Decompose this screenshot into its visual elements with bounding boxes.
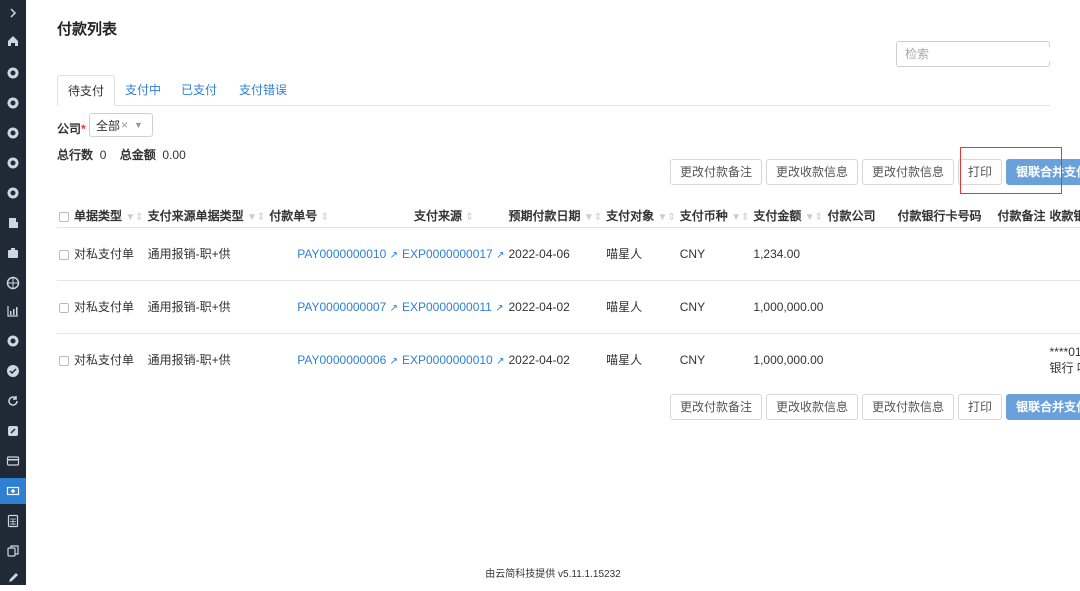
search-box[interactable] xyxy=(896,41,1060,67)
company-select[interactable]: 全部 × ▼ xyxy=(89,113,153,137)
payment-icon[interactable] xyxy=(0,478,26,504)
table-row[interactable]: 对私支付单 通用报销-职+供 PAY0000000006 ↗ EXP000000… xyxy=(57,332,1080,386)
globe-icon[interactable] xyxy=(0,270,26,296)
refresh-icon[interactable] xyxy=(0,388,26,414)
copy-icon[interactable] xyxy=(0,538,26,564)
circle-icon[interactable] xyxy=(0,60,26,86)
column-header[interactable]: 支付金额 ▼⇕ xyxy=(751,205,825,227)
external-link-icon[interactable]: ↗ xyxy=(390,356,398,367)
column-header[interactable]: 支付来源单据类型 ▼⇕ xyxy=(146,205,268,227)
external-link-icon[interactable]: ↗ xyxy=(496,356,504,367)
external-link-icon[interactable]: ↗ xyxy=(390,303,398,314)
edit-payment-note-button[interactable]: 更改付款备注 xyxy=(670,394,763,420)
external-link-icon[interactable]: ↗ xyxy=(390,250,398,261)
column-header[interactable]: 支付币种 ▼⇕ xyxy=(678,205,752,227)
sidebar xyxy=(0,0,26,585)
chevron-down-icon[interactable]: ▼ xyxy=(134,120,143,130)
row-checkbox[interactable] xyxy=(59,356,69,367)
footer-text: 由云简科技提供 v5.11.1.15232 xyxy=(485,569,621,580)
chart-icon[interactable] xyxy=(0,298,26,324)
tab-processing[interactable]: 支付中 xyxy=(115,75,171,106)
document-icon[interactable] xyxy=(0,210,26,236)
row-checkbox[interactable] xyxy=(59,249,69,260)
toolbar-bottom: 更改付款备注 更改收款信息 更改付款信息 打印 银联合并支付 xyxy=(670,394,1080,420)
payment-table: 单据类型 ▼⇕ 支付来源单据类型 ▼⇕ 付款单号 ⇕ 支付来源 ⇕ 预期付款日期… xyxy=(57,205,1080,386)
print-button[interactable]: 打印 xyxy=(958,394,1003,420)
tab-pending[interactable]: 待支付 xyxy=(57,75,116,106)
source-link[interactable]: EXP0000000011 xyxy=(402,300,492,314)
external-link-icon[interactable]: ↗ xyxy=(495,303,503,314)
circle-icon[interactable] xyxy=(0,328,26,354)
card-icon[interactable] xyxy=(0,448,26,474)
unionpay-merge-pay-button[interactable]: 银联合并支付 xyxy=(1006,394,1080,420)
page-title: 付款列表 xyxy=(57,21,118,38)
circle-icon[interactable] xyxy=(0,120,26,146)
edit-icon[interactable] xyxy=(0,418,26,444)
column-header[interactable]: 付款单号 ⇕ xyxy=(267,205,400,227)
column-header[interactable]: 付款公司 xyxy=(825,205,877,227)
briefcase-icon[interactable] xyxy=(0,240,26,266)
source-link[interactable]: EXP0000000017 xyxy=(402,247,493,261)
external-link-icon[interactable]: ↗ xyxy=(496,250,504,261)
company-select-value: 全部 xyxy=(96,118,121,133)
circle-icon[interactable] xyxy=(0,90,26,116)
column-header[interactable]: 单据类型 ▼⇕ xyxy=(57,205,146,227)
status-tabs: 待支付 支付中 已支付 支付错误 xyxy=(57,75,1050,106)
column-header[interactable]: 支付来源 ⇕ xyxy=(400,205,506,227)
company-label: 公司* xyxy=(57,122,86,136)
highlight-box xyxy=(960,147,1062,194)
select-all-checkbox[interactable] xyxy=(59,212,69,223)
required-mark: * xyxy=(81,122,86,136)
source-link[interactable]: EXP0000000010 xyxy=(402,353,493,367)
table-row[interactable]: 对私支付单 通用报销-职+供 PAY0000000010 ↗ EXP000000… xyxy=(57,226,1080,280)
edit-payment-info-button[interactable]: 更改付款信息 xyxy=(862,159,955,185)
edit-payment-info-button[interactable]: 更改付款信息 xyxy=(862,394,955,420)
total-amount-label: 总金额 xyxy=(119,148,156,162)
column-header[interactable]: 收款银行卡号码 xyxy=(1048,205,1080,227)
column-header[interactable]: 付款备注 xyxy=(984,205,1048,227)
check-icon[interactable] xyxy=(0,358,26,384)
pay-no-link[interactable]: PAY0000000006 xyxy=(297,353,386,367)
tab-paid[interactable]: 已支付 xyxy=(171,75,227,106)
column-header[interactable]: 付款银行卡号码 xyxy=(877,205,983,227)
edit-receive-info-button[interactable]: 更改收款信息 xyxy=(766,394,859,420)
column-header[interactable]: 预期付款日期 ▼⇕ xyxy=(506,205,604,227)
tab-error[interactable]: 支付错误 xyxy=(229,75,297,106)
row-checkbox[interactable] xyxy=(59,302,69,313)
circle-icon[interactable] xyxy=(0,180,26,206)
clear-icon[interactable]: × xyxy=(121,118,128,132)
table-row[interactable]: 对私支付单 通用报销-职+供 PAY0000000007 ↗ EXP000000… xyxy=(57,279,1080,333)
search-input[interactable] xyxy=(905,47,1060,61)
home-icon[interactable] xyxy=(0,28,26,54)
total-rows-value: 0 xyxy=(99,148,107,162)
edit-payment-note-button[interactable]: 更改付款备注 xyxy=(670,159,763,185)
column-header[interactable]: 支付对象 ▼⇕ xyxy=(604,205,678,227)
total-amount-value: 0.00 xyxy=(162,148,186,162)
pay-no-link[interactable]: PAY0000000010 xyxy=(297,247,386,261)
pay-no-link[interactable]: PAY0000000007 xyxy=(297,300,386,314)
totals-summary: 总行数 0 总金额 0.00 xyxy=(57,146,186,163)
expand-icon[interactable] xyxy=(0,0,26,26)
table-header: 单据类型 ▼⇕ 支付来源单据类型 ▼⇕ 付款单号 ⇕ 支付来源 ⇕ 预期付款日期… xyxy=(57,205,1080,227)
edit-icon[interactable] xyxy=(0,565,26,591)
main-content: 付款列表 待支付 支付中 已支付 支付错误 公司* 全部× ▼ 总行数 0 总金额… xyxy=(26,0,1080,585)
edit-receive-info-button[interactable]: 更改收款信息 xyxy=(766,159,859,185)
circle-icon[interactable] xyxy=(0,150,26,176)
total-rows-label: 总行数 xyxy=(57,148,94,162)
calculator-icon[interactable] xyxy=(0,508,26,534)
